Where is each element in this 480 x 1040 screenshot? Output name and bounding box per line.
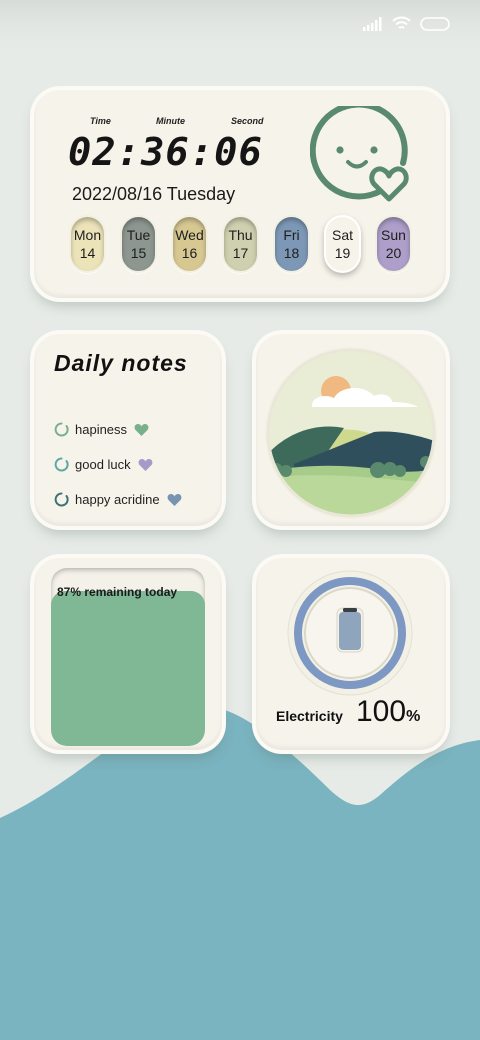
note-text: happy acridine	[75, 492, 160, 507]
day-date: 19	[334, 245, 351, 261]
smiley-heart-icon	[310, 106, 409, 202]
electricity-value: 100%	[356, 695, 420, 729]
second-label: Second	[231, 116, 264, 126]
minute-label: Minute	[156, 116, 185, 126]
notes-title: Daily notes	[54, 350, 188, 376]
day-name: Tue	[126, 227, 151, 243]
note-item[interactable]: good luck	[54, 457, 153, 472]
clock-widget[interactable]: Time Minute Second 02:36:06 2022/08/16 T…	[34, 90, 446, 298]
electricity-label: Electricity	[276, 708, 343, 724]
battery-ring-gauge	[287, 570, 413, 696]
landscape-widget[interactable]	[256, 334, 446, 526]
day-pill-sat[interactable]: Sat 19	[324, 215, 361, 273]
note-text: good luck	[75, 457, 131, 472]
day-name: Thu	[228, 227, 253, 243]
day-date: 18	[283, 245, 300, 261]
landscape-illustration	[265, 347, 437, 519]
day-date: 16	[181, 245, 198, 261]
day-pill-sun[interactable]: Sun 20	[375, 215, 412, 273]
spinner-icon	[54, 422, 69, 437]
spinner-icon	[54, 492, 69, 507]
day-name: Mon	[73, 227, 102, 243]
wifi-icon	[392, 16, 411, 29]
status-bar	[363, 16, 450, 31]
day-date: 14	[79, 245, 96, 261]
electricity-number: 100	[356, 695, 407, 728]
date-text: 2022/08/16 Tuesday	[72, 184, 236, 204]
day-date: 20	[385, 245, 402, 261]
signal-icon	[363, 16, 382, 31]
phone-icon	[336, 607, 364, 653]
week-day-strip: Mon 14 Tue 15 Wed 16 Thu 17 Fri 18 Sat 19 Sun 2…	[69, 215, 412, 273]
battery-tube: 87% remaining today	[51, 568, 205, 746]
spinner-icon	[54, 457, 69, 472]
day-pill-wed[interactable]: Wed 16	[171, 215, 208, 273]
battery-icon	[420, 16, 450, 31]
day-pill-fri[interactable]: Fri 18	[273, 215, 310, 273]
heart-icon	[138, 458, 153, 471]
day-date: 15	[130, 245, 147, 261]
day-date: 17	[232, 245, 249, 261]
note-text: hapiness	[75, 422, 128, 437]
day-name: Sat	[331, 227, 353, 243]
day-pill-tue[interactable]: Tue 15	[120, 215, 157, 273]
electricity-widget[interactable]: Electricity 100%	[256, 558, 446, 750]
day-name: Fri	[283, 227, 300, 243]
battery-label: 87% remaining today	[57, 585, 178, 599]
electricity-unit: %	[406, 708, 421, 725]
day-name: Wed	[175, 227, 204, 243]
day-pill-thu[interactable]: Thu 17	[222, 215, 259, 273]
time-label: Time	[90, 116, 111, 126]
daily-notes-widget[interactable]: Daily notes hapiness good luck happy acr…	[34, 334, 222, 526]
battery-remaining-widget[interactable]: 87% remaining today	[34, 558, 222, 750]
heart-icon	[167, 493, 181, 506]
heart-icon	[134, 423, 149, 436]
note-item[interactable]: happy acridine	[54, 492, 182, 507]
day-name: Sun	[381, 227, 406, 243]
note-item[interactable]: hapiness	[54, 422, 149, 437]
day-pill-mon[interactable]: Mon 14	[69, 215, 106, 273]
clock-display: 02:36:06	[68, 130, 263, 174]
battery-fill	[51, 591, 205, 746]
